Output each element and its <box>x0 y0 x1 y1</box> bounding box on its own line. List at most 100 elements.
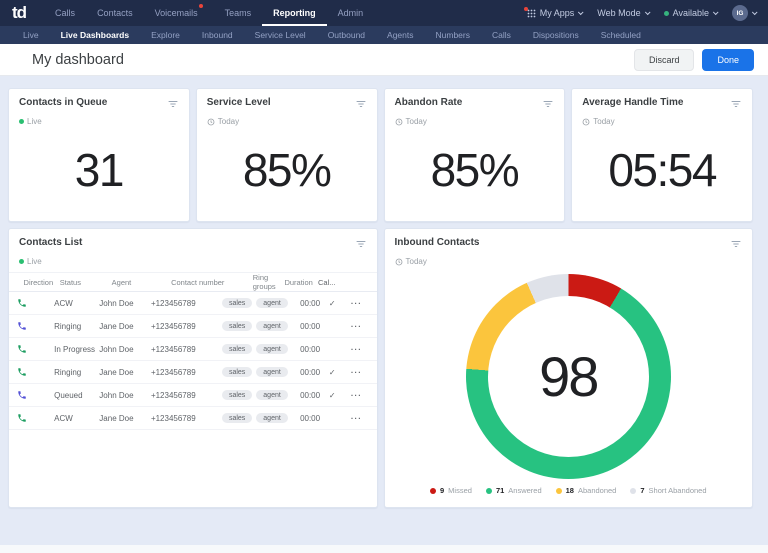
filter-icon[interactable] <box>730 237 742 255</box>
legend-short-abandoned[interactable]: 7 Short Abandoned <box>630 486 706 495</box>
legend-dot <box>430 488 436 494</box>
widget-title: Contacts in Queue <box>19 97 107 108</box>
table-row[interactable]: ACW Jane Doe +123456789 salesagent 00:00… <box>9 407 377 430</box>
chevron-down-icon <box>752 9 758 15</box>
duration-cell: 00:00 <box>288 322 320 331</box>
live-dot-icon <box>19 259 24 264</box>
donut-hole: 98 <box>488 296 649 457</box>
availability-menu[interactable]: Available <box>664 8 717 18</box>
ring-group-tag: sales <box>222 344 252 354</box>
filter-icon[interactable] <box>355 97 367 115</box>
contact-number-cell: +123456789 <box>151 414 222 423</box>
ring-group-tag: agent <box>256 298 288 308</box>
widget-abandon-rate: Abandon Rate Today 85% <box>384 88 566 222</box>
status-cell: In Progress <box>54 345 99 354</box>
ring-groups-cell: salesagent <box>222 298 288 308</box>
done-button[interactable]: Done <box>702 49 754 71</box>
subnav-live-dashboards[interactable]: Live Dashboards <box>50 26 141 44</box>
legend-answered[interactable]: 71 Answered <box>486 486 542 495</box>
widget-scope: Today <box>207 117 367 126</box>
chevron-down-icon <box>578 9 584 15</box>
status-cell: Queued <box>54 391 99 400</box>
subnav-agents[interactable]: Agents <box>376 26 424 44</box>
clock-icon <box>207 118 215 126</box>
row-more-icon[interactable]: ··· <box>344 322 368 331</box>
contact-number-cell: +123456789 <box>151 368 222 377</box>
agent-cell: John Doe <box>99 391 151 400</box>
subnav-calls[interactable]: Calls <box>481 26 522 44</box>
nav-item-calls[interactable]: Calls <box>44 0 86 26</box>
nav-item-reporting[interactable]: Reporting <box>262 0 327 26</box>
filter-icon[interactable] <box>730 97 742 115</box>
discard-button[interactable]: Discard <box>634 49 695 71</box>
col-status[interactable]: Status <box>60 278 112 287</box>
kpi-value: 85% <box>431 143 519 197</box>
legend-dot <box>556 488 562 494</box>
duration-cell: 00:00 <box>288 299 320 308</box>
subnav-live[interactable]: Live <box>12 26 50 44</box>
filter-icon[interactable] <box>355 237 367 255</box>
donut-chart[interactable]: 98 <box>466 274 671 479</box>
row-more-icon[interactable]: ··· <box>344 299 368 308</box>
row-more-icon[interactable]: ··· <box>344 368 368 377</box>
ring-group-tag: agent <box>256 321 288 331</box>
clock-icon <box>395 118 403 126</box>
bottom-row: Contacts List Live Direction Status Agen… <box>8 228 753 508</box>
nav-item-admin[interactable]: Admin <box>327 0 375 26</box>
filter-icon[interactable] <box>167 97 179 115</box>
notification-dot <box>199 4 203 8</box>
col-call[interactable]: Cal... <box>313 278 341 287</box>
col-ring-groups[interactable]: Ring groups <box>253 273 276 291</box>
col-contact-number[interactable]: Contact number <box>171 278 253 287</box>
table-row[interactable]: In Progress John Doe +123456789 salesage… <box>9 338 377 361</box>
web-mode-menu[interactable]: Web Mode <box>597 8 648 18</box>
apps-notification-dot <box>524 7 528 11</box>
subnav-explore[interactable]: Explore <box>140 26 191 44</box>
nav-item-contacts[interactable]: Contacts <box>86 0 144 26</box>
chart-area: 98 <box>385 266 753 486</box>
widget-title: Abandon Rate <box>395 97 463 108</box>
widget-title: Inbound Contacts <box>395 237 480 248</box>
kpi-value: 31 <box>75 143 123 197</box>
ring-group-tag: agent <box>256 413 288 423</box>
subnav-outbound[interactable]: Outbound <box>317 26 376 44</box>
row-more-icon[interactable]: ··· <box>344 345 368 354</box>
table-row[interactable]: Ringing Jane Doe +123456789 salesagent 0… <box>9 315 377 338</box>
subnav-scheduled[interactable]: Scheduled <box>590 26 652 44</box>
nav-item-voicemails[interactable]: Voicemails <box>144 0 214 26</box>
chart-legend: 9 Missed 71 Answered 18 Abandoned 7 Shor… <box>385 486 753 507</box>
widget-contacts-in-queue: Contacts in Queue Live 31 <box>8 88 190 222</box>
subnav-service-level[interactable]: Service Level <box>244 26 317 44</box>
col-agent[interactable]: Agent <box>112 278 171 287</box>
agent-cell: John Doe <box>99 299 151 308</box>
nav-item-teams[interactable]: Teams <box>214 0 263 26</box>
my-apps-menu[interactable]: My Apps <box>527 8 583 18</box>
user-menu[interactable]: IG <box>732 5 756 21</box>
widget-inbound-contacts: Inbound Contacts Today 98 9 <box>384 228 754 508</box>
ring-groups-cell: salesagent <box>222 321 288 331</box>
col-direction[interactable]: Direction <box>17 278 60 287</box>
duration-cell: 00:00 <box>288 414 320 423</box>
col-duration[interactable]: Duration <box>276 278 313 287</box>
legend-missed[interactable]: 9 Missed <box>430 486 472 495</box>
ring-groups-cell: salesagent <box>222 344 288 354</box>
widget-title: Average Handle Time <box>582 97 683 108</box>
subnav-numbers[interactable]: Numbers <box>425 26 481 44</box>
filter-icon[interactable] <box>542 97 554 115</box>
app-logo[interactable]: td <box>12 3 26 23</box>
contact-number-cell: +123456789 <box>151 299 222 308</box>
agent-cell: John Doe <box>99 345 151 354</box>
row-more-icon[interactable]: ··· <box>344 391 368 400</box>
subnav-inbound[interactable]: Inbound <box>191 26 244 44</box>
table-row[interactable]: Queued John Doe +123456789 salesagent 00… <box>9 384 377 407</box>
table-row[interactable]: Ringing Jane Doe +123456789 salesagent 0… <box>9 361 377 384</box>
subnav-dispositions[interactable]: Dispositions <box>522 26 590 44</box>
topnav-right: My Apps Web Mode Available IG <box>527 5 756 21</box>
legend-abandoned[interactable]: 18 Abandoned <box>556 486 617 495</box>
status-cell: ACW <box>54 414 99 423</box>
clock-icon <box>582 118 590 126</box>
row-more-icon[interactable]: ··· <box>344 414 368 423</box>
table-row[interactable]: ACW John Doe +123456789 salesagent 00:00… <box>9 292 377 315</box>
contacts-table: Direction Status Agent Contact number Ri… <box>9 272 377 430</box>
avatar: IG <box>732 5 748 21</box>
